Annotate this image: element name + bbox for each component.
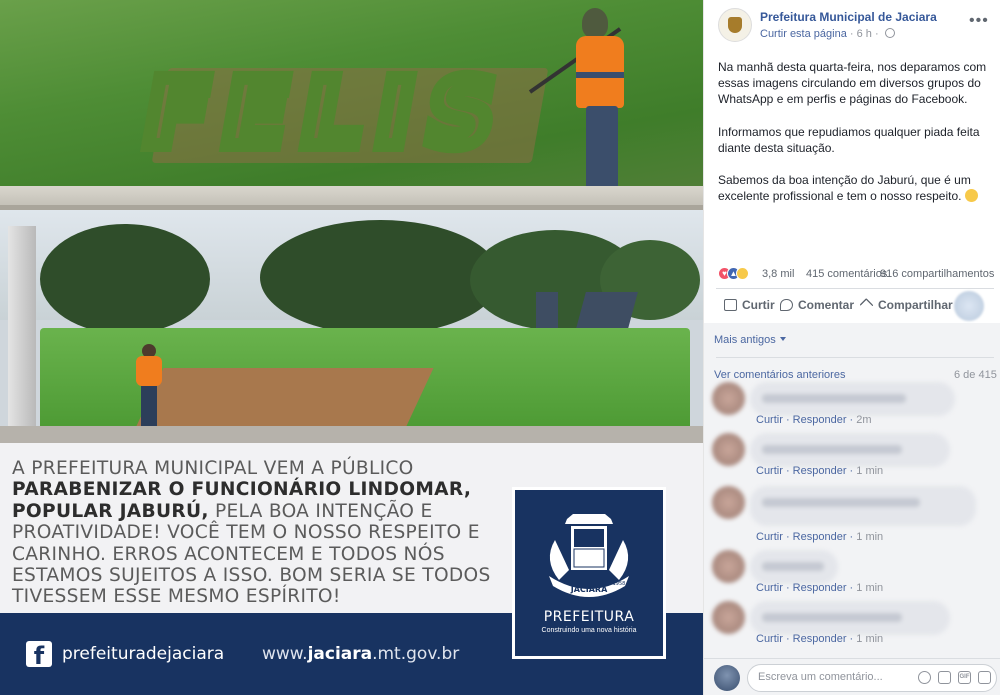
facebook-handle: prefeituradejaciara xyxy=(62,644,225,664)
commenter-avatar[interactable] xyxy=(712,486,745,519)
post-paragraph: Sabemos da boa intenção do Jaburú, que é… xyxy=(718,172,994,204)
reactions-count[interactable]: 3,8 mil xyxy=(762,268,794,280)
share-button[interactable]: Compartilhar xyxy=(859,297,953,313)
more-options-icon[interactable]: ••• xyxy=(969,12,989,30)
comment-like-link[interactable]: Curtir xyxy=(756,633,783,645)
comment-like-link[interactable]: Curtir xyxy=(756,531,783,543)
svg-text:1958: 1958 xyxy=(613,581,626,587)
camera-icon[interactable] xyxy=(938,671,951,684)
comment-like-link[interactable]: Curtir xyxy=(756,414,783,426)
comment-reply-link[interactable]: Responder xyxy=(793,531,847,543)
shares-count[interactable]: 916 compartilhamentos xyxy=(880,268,994,280)
emoji-icon[interactable] xyxy=(918,671,931,684)
comment-time[interactable]: 1 min xyxy=(856,633,883,645)
post-paragraph: Na manhã desta quarta-feira, nos deparam… xyxy=(718,60,987,107)
post-image[interactable]: FELIS A PREFEITURA MUNICIPAL VEM A PÚBLI… xyxy=(0,0,703,695)
comment-time[interactable]: 1 min xyxy=(856,531,883,543)
worker-figure xyxy=(574,8,634,190)
commenter-avatar[interactable] xyxy=(712,382,745,415)
comment-bubble xyxy=(750,601,950,635)
comment-bubble xyxy=(750,486,976,526)
divider xyxy=(716,357,994,358)
view-previous-comments-link[interactable]: Ver comentários anteriores xyxy=(714,369,845,381)
comment-reply-link[interactable]: Responder xyxy=(793,465,847,477)
comment-like-link[interactable]: Curtir xyxy=(756,465,783,477)
smiling-hearts-emoji-icon xyxy=(964,189,978,203)
announcement-text: A PREFEITURA MUNICIPAL VEM A PÚBLICO PAR… xyxy=(12,458,491,608)
commenter-avatar[interactable] xyxy=(712,550,745,583)
comment-actions: Curtir · Responder · 1 min xyxy=(756,582,884,594)
comment-button[interactable]: Comentar xyxy=(780,298,854,312)
page-name-link[interactable]: Prefeitura Municipal de Jaciara xyxy=(760,10,937,24)
worker-figure xyxy=(134,344,164,434)
comment-reply-link[interactable]: Responder xyxy=(793,633,847,645)
commenter-avatar[interactable] xyxy=(712,601,745,634)
gif-icon[interactable]: GIF xyxy=(958,671,971,684)
divider xyxy=(716,288,994,289)
photo-square xyxy=(0,210,703,443)
reactions-summary: ♥ ▲ 3,8 mil 415 comentários 916 comparti… xyxy=(718,266,998,282)
like-page-link[interactable]: Curtir esta página xyxy=(760,28,847,40)
like-button[interactable]: Curtir xyxy=(724,298,775,312)
comment-time[interactable]: 1 min xyxy=(856,465,883,477)
comments-counter: 6 de 415 xyxy=(954,369,997,381)
post-text: Na manhã desta quarta-feira, nos deparam… xyxy=(718,59,994,220)
post-meta: Curtir esta página · 6 h · xyxy=(760,28,895,40)
sticker-icon[interactable] xyxy=(978,671,991,684)
globe-icon xyxy=(884,28,895,38)
comment-reply-link[interactable]: Responder xyxy=(793,414,847,426)
share-icon xyxy=(859,297,874,313)
facebook-post-panel: Prefeitura Municipal de Jaciara Curtir e… xyxy=(703,0,1000,695)
user-avatar[interactable] xyxy=(714,665,740,691)
comment-time[interactable]: 1 min xyxy=(856,582,883,594)
page-avatar[interactable] xyxy=(718,8,752,42)
comment-like-link[interactable]: Curtir xyxy=(756,582,783,594)
comment-reply-link[interactable]: Responder xyxy=(793,582,847,594)
comment-bubble xyxy=(750,550,838,584)
post-paragraph: Informamos que repudiamos qualquer piada… xyxy=(718,124,980,155)
comment-input-placeholder: Escreva um comentário... xyxy=(758,671,883,683)
commenter-avatar[interactable] xyxy=(712,433,745,466)
comment-actions: Curtir · Responder · 2m xyxy=(756,414,872,426)
comment-time[interactable]: 2m xyxy=(856,414,871,426)
comment-bubble xyxy=(750,382,955,416)
wow-reaction-icon[interactable] xyxy=(736,267,749,280)
facebook-icon: f xyxy=(26,641,52,667)
caret-down-icon xyxy=(779,337,786,341)
audience-avatar[interactable] xyxy=(954,291,984,321)
thumbs-up-icon xyxy=(724,299,737,311)
svg-text:JACIARA: JACIARA xyxy=(570,585,608,594)
comment-bubble xyxy=(750,433,950,467)
comment-actions: Curtir · Responder · 1 min xyxy=(756,465,884,477)
crest-title: PREFEITURA xyxy=(543,609,635,625)
comment-actions: Curtir · Responder · 1 min xyxy=(756,531,884,543)
website-url: www.jaciara.mt.gov.br xyxy=(262,644,460,664)
comment-icon xyxy=(780,299,793,311)
city-crest-icon: JACIARA 1958 xyxy=(549,514,629,597)
photo-grass-letters: FELIS xyxy=(0,0,703,210)
comment-sort-dropdown[interactable]: Mais antigos xyxy=(714,334,786,346)
post-time[interactable]: 6 h xyxy=(857,28,872,40)
comments-count[interactable]: 415 comentários xyxy=(806,268,887,280)
comment-actions: Curtir · Responder · 1 min xyxy=(756,633,884,645)
crest-subtitle: Construindo uma nova história xyxy=(541,627,637,634)
